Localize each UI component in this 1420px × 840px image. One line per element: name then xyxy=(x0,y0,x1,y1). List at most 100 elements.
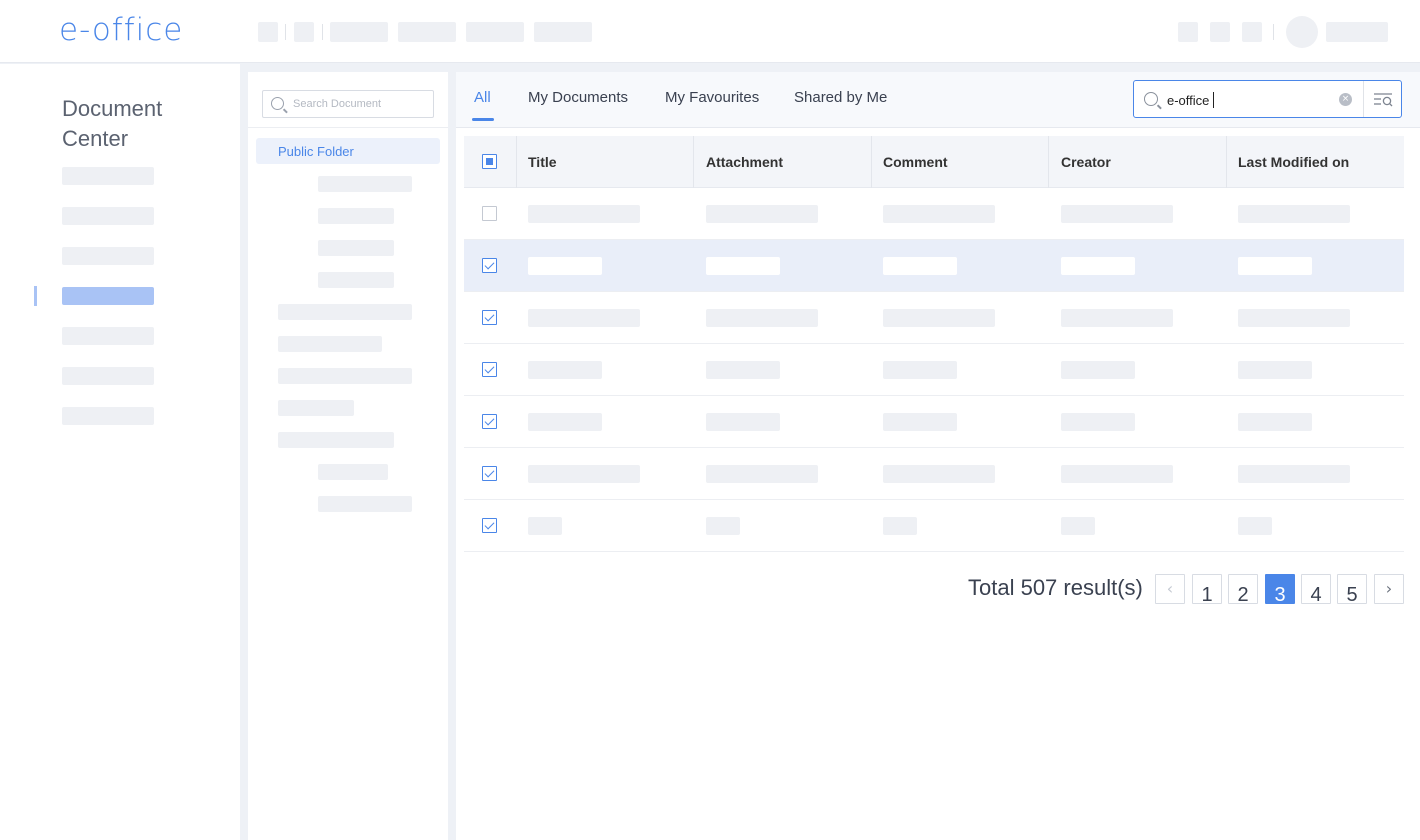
folder-tree-item[interactable] xyxy=(318,272,394,288)
nav-item[interactable] xyxy=(62,167,154,185)
attachment-cell xyxy=(706,465,818,483)
title-cell[interactable] xyxy=(528,413,602,431)
nav-item[interactable] xyxy=(62,367,154,385)
toolbar-icon-placeholder[interactable] xyxy=(294,22,314,42)
toolbar-divider xyxy=(285,24,286,40)
column-header-attachment[interactable]: Attachment xyxy=(706,136,783,188)
creator-cell xyxy=(1061,361,1135,379)
search-input[interactable]: e-office xyxy=(1167,92,1215,108)
modified-cell xyxy=(1238,257,1312,275)
user-name-placeholder[interactable] xyxy=(1326,22,1388,42)
nav-item[interactable] xyxy=(62,327,154,345)
comment-cell xyxy=(883,517,917,535)
app-logo[interactable]: e-office xyxy=(59,12,183,48)
toolbar-icon-placeholder[interactable] xyxy=(258,22,278,42)
main-panel: All My Documents My Favourites Shared by… xyxy=(456,72,1420,840)
folder-tree-item[interactable] xyxy=(318,208,394,224)
nav-item[interactable] xyxy=(62,247,154,265)
tab-my-favourites[interactable]: My Favourites xyxy=(665,89,759,106)
search-icon xyxy=(1144,92,1158,106)
document-search-input[interactable] xyxy=(293,95,427,113)
tab-my-documents[interactable]: My Documents xyxy=(528,89,628,106)
row-checkbox[interactable] xyxy=(482,206,497,221)
comment-cell xyxy=(883,465,995,483)
chevron-right-icon: › xyxy=(1385,579,1393,598)
active-tab-indicator xyxy=(472,118,494,121)
advanced-search-button[interactable] xyxy=(1363,81,1402,117)
row-checkbox[interactable] xyxy=(482,414,497,429)
header-icon-placeholder[interactable] xyxy=(1242,22,1262,42)
page-button-1[interactable]: 1 xyxy=(1192,574,1222,604)
page-button-3-current[interactable]: 3 xyxy=(1265,574,1295,604)
row-checkbox[interactable] xyxy=(482,518,497,533)
creator-cell xyxy=(1061,257,1135,275)
document-search xyxy=(262,90,434,118)
table-row[interactable] xyxy=(464,448,1404,500)
header-icon-placeholder[interactable] xyxy=(1210,22,1230,42)
column-divider xyxy=(516,136,517,188)
table-row[interactable] xyxy=(464,292,1404,344)
folder-tree-item[interactable] xyxy=(278,304,412,320)
page-button-4[interactable]: 4 xyxy=(1301,574,1331,604)
creator-cell xyxy=(1061,413,1135,431)
column-header-title[interactable]: Title xyxy=(528,136,557,188)
top-menu-item[interactable] xyxy=(330,22,388,42)
attachment-cell xyxy=(706,361,780,379)
folder-tree-item[interactable] xyxy=(318,176,412,192)
title-cell[interactable] xyxy=(528,257,602,275)
search-box: e-office × xyxy=(1133,80,1402,118)
avatar[interactable] xyxy=(1286,16,1318,48)
folder-panel: Public Folder xyxy=(248,72,448,840)
header-icon-placeholder[interactable] xyxy=(1178,22,1198,42)
folder-tree-item[interactable] xyxy=(278,368,412,384)
row-checkbox[interactable] xyxy=(482,362,497,377)
nav-item[interactable] xyxy=(62,407,154,425)
next-page-button[interactable]: › xyxy=(1374,574,1404,604)
modified-cell xyxy=(1238,361,1312,379)
prev-page-button[interactable]: ‹ xyxy=(1155,574,1185,604)
top-bar: e-office xyxy=(0,0,1420,63)
table-row[interactable] xyxy=(464,188,1404,240)
attachment-cell xyxy=(706,413,780,431)
title-cell[interactable] xyxy=(528,465,640,483)
clear-icon[interactable]: × xyxy=(1339,93,1352,106)
title-cell[interactable] xyxy=(528,361,602,379)
title-cell[interactable] xyxy=(528,517,562,535)
top-menu-item[interactable] xyxy=(466,22,524,42)
folder-tree-item[interactable] xyxy=(278,336,382,352)
table-row-selected[interactable] xyxy=(464,240,1404,292)
page-button-2[interactable]: 2 xyxy=(1228,574,1258,604)
tab-all[interactable]: All xyxy=(474,89,491,106)
page-button-5[interactable]: 5 xyxy=(1337,574,1367,604)
column-header-comment[interactable]: Comment xyxy=(883,136,948,188)
top-menu-item[interactable] xyxy=(534,22,592,42)
folder-tree-item[interactable] xyxy=(318,240,394,256)
column-header-last-modified[interactable]: Last Modified on xyxy=(1238,136,1349,188)
folder-tree-item[interactable] xyxy=(278,400,354,416)
tab-shared-by-me[interactable]: Shared by Me xyxy=(794,89,887,106)
column-header-creator[interactable]: Creator xyxy=(1061,136,1111,188)
table-row[interactable] xyxy=(464,344,1404,396)
nav-item[interactable] xyxy=(62,207,154,225)
column-divider xyxy=(871,136,872,188)
table-row[interactable] xyxy=(464,396,1404,448)
table-row[interactable] xyxy=(464,500,1404,552)
column-divider xyxy=(1048,136,1049,188)
tab-bar: All My Documents My Favourites Shared by… xyxy=(456,72,1420,128)
section-title: Document Center xyxy=(62,96,163,151)
title-cell[interactable] xyxy=(528,309,640,327)
row-checkbox[interactable] xyxy=(482,310,497,325)
column-divider xyxy=(693,136,694,188)
row-checkbox[interactable] xyxy=(482,466,497,481)
folder-tree-item[interactable] xyxy=(318,496,412,512)
title-cell[interactable] xyxy=(528,205,640,223)
row-checkbox[interactable] xyxy=(482,258,497,273)
top-menu-item[interactable] xyxy=(398,22,456,42)
folder-item-public[interactable]: Public Folder xyxy=(256,138,440,164)
folder-tree-item[interactable] xyxy=(278,432,394,448)
nav-item-active[interactable] xyxy=(62,287,154,305)
select-all-checkbox[interactable] xyxy=(482,154,497,169)
advanced-search-icon xyxy=(1374,93,1393,107)
folder-tree-item[interactable] xyxy=(318,464,388,480)
creator-cell xyxy=(1061,465,1173,483)
